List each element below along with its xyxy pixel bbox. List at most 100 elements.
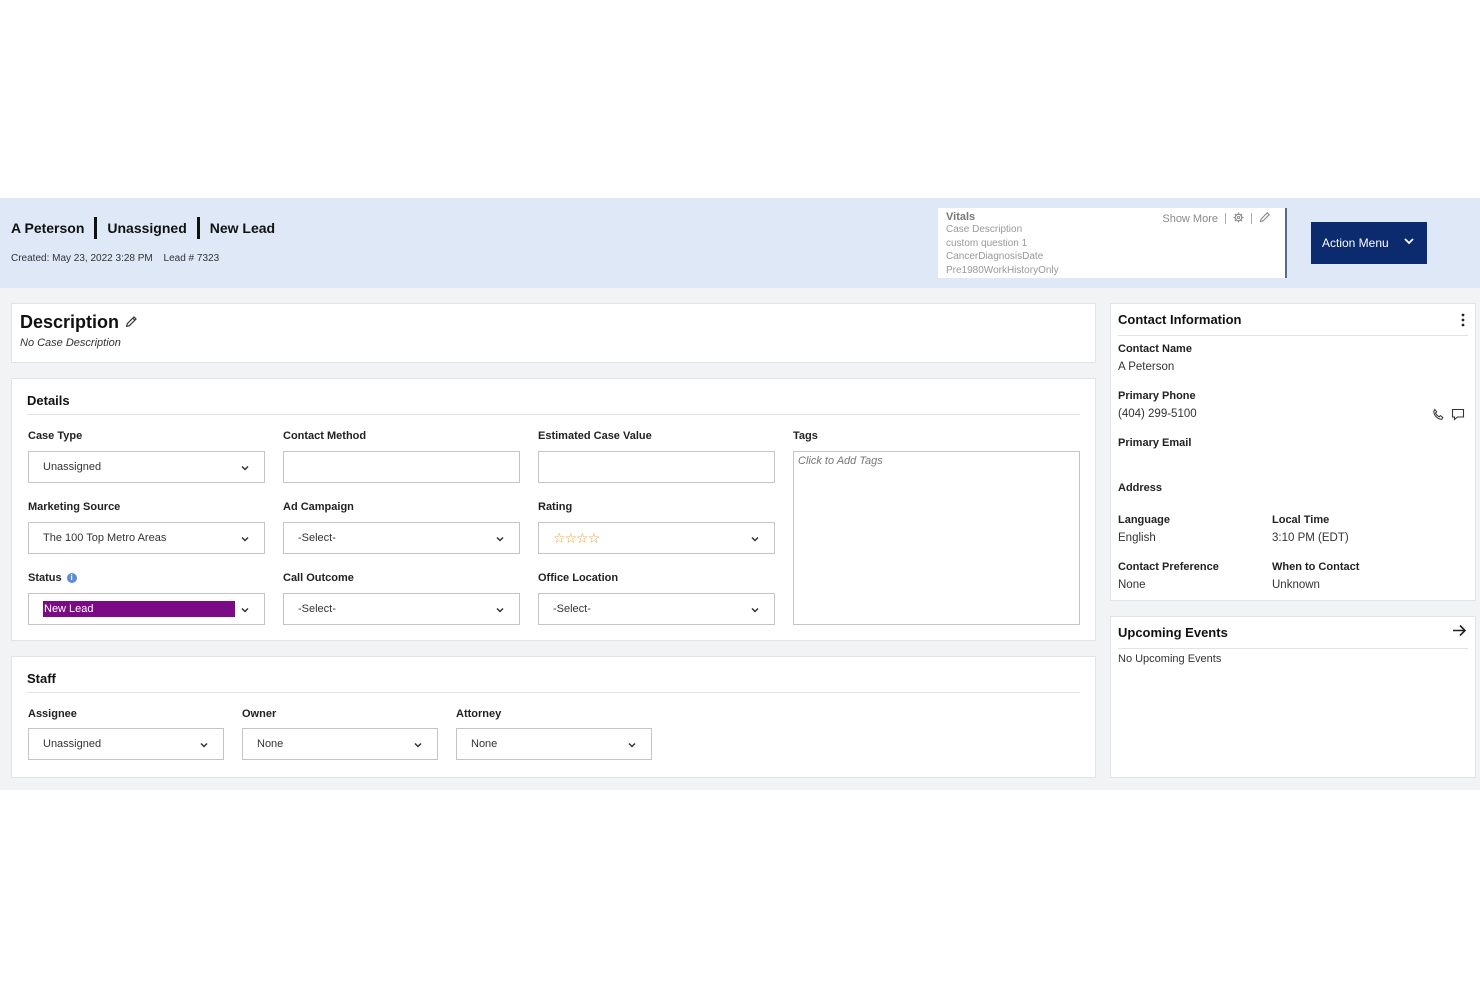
rating-select[interactable]: ☆☆☆☆ <box>538 522 775 554</box>
attorney-label: Attorney <box>456 708 502 720</box>
ad-campaign-value: -Select- <box>298 532 336 544</box>
rating-label: Rating <box>538 501 573 513</box>
tags-label: Tags <box>793 430 818 442</box>
vitals-toolbar: Show More <box>1162 211 1271 226</box>
chevron-down-icon <box>495 605 505 618</box>
contact-method-input[interactable] <box>283 451 520 483</box>
office-location-value: -Select- <box>553 603 591 615</box>
attorney-value: None <box>471 738 498 750</box>
kebab-icon[interactable] <box>1461 313 1465 329</box>
vitals-panel: Vitals Show More Case Description custom… <box>938 208 1287 278</box>
divider <box>27 414 1080 415</box>
call-outcome-value: -Select- <box>298 603 336 615</box>
crumb-divider <box>196 217 200 239</box>
lead-number: Lead # 7323 <box>163 253 220 264</box>
vitals-item: Pre1980WorkHistoryOnly <box>946 264 1059 276</box>
vitals-item: CancerDiagnosisDate <box>946 251 1044 262</box>
estimated-case-value-label: Estimated Case Value <box>538 430 652 442</box>
upcoming-events-card: Upcoming Events No Upcoming Events <box>1110 616 1476 778</box>
details-card: Details Case Type Unassigned Contact Met… <box>11 378 1096 641</box>
tags-input[interactable]: Click to Add Tags <box>793 451 1080 625</box>
tags-placeholder: Click to Add Tags <box>798 455 883 467</box>
pencil-icon[interactable] <box>1259 211 1271 226</box>
assignee-label: Assignee <box>28 708 77 720</box>
assignee-select[interactable]: Unassigned <box>28 728 224 760</box>
chevron-down-icon <box>627 740 637 753</box>
estimated-case-value-input[interactable] <box>538 451 775 483</box>
description-text: No Case Description <box>20 337 121 349</box>
office-location-label: Office Location <box>538 572 619 584</box>
case-type-select[interactable]: Unassigned <box>28 451 265 483</box>
details-title: Details <box>27 393 70 408</box>
staff-card: Staff Assignee Unassigned Owner None Att… <box>11 656 1096 778</box>
star-icon[interactable]: ☆☆☆☆ <box>553 530 600 547</box>
description-title: Description <box>20 312 120 332</box>
chevron-down-icon <box>413 740 423 753</box>
no-upcoming-events: No Upcoming Events <box>1118 653 1222 665</box>
message-icon[interactable] <box>1451 408 1465 426</box>
marketing-source-label: Marketing Source <box>28 501 121 513</box>
case-type-label: Case Type <box>28 430 83 442</box>
chevron-down-icon <box>750 534 760 547</box>
call-outcome-label: Call Outcome <box>283 572 354 584</box>
owner-value: None <box>257 738 284 750</box>
divider <box>1118 335 1468 336</box>
crumb-divider <box>94 217 98 239</box>
action-menu-label: Action Menu <box>1322 236 1389 250</box>
office-location-select[interactable]: -Select- <box>538 593 775 625</box>
primary-phone-label: Primary Phone <box>1118 390 1196 402</box>
lead-meta: Created: May 23, 2022 3:28 PM Lead # 732… <box>11 253 219 264</box>
chevron-down-icon <box>750 605 760 618</box>
contact-preference-value: None <box>1118 579 1146 591</box>
address-label: Address <box>1118 482 1163 494</box>
primary-phone-value[interactable]: (404) 299-5100 <box>1118 408 1197 420</box>
status-label: Status <box>28 572 62 584</box>
contact-information-title: Contact Information <box>1118 312 1242 327</box>
lead-page: A Peterson Unassigned New Lead Created: … <box>0 198 1480 790</box>
info-icon[interactable]: i <box>66 573 77 583</box>
phone-actions <box>1432 408 1465 426</box>
assignee-value: Unassigned <box>43 738 102 750</box>
breadcrumb: A Peterson Unassigned New Lead <box>11 217 275 239</box>
marketing-source-value: The 100 Top Metro Areas <box>43 532 167 544</box>
local-time-value: 3:10 PM (EDT) <box>1272 532 1349 544</box>
chevron-down-icon <box>199 740 209 753</box>
crumb-contact[interactable]: A Peterson <box>11 220 84 236</box>
when-to-contact-label: When to Contact <box>1272 561 1360 573</box>
chevron-down-icon <box>1403 235 1415 250</box>
lead-header: A Peterson Unassigned New Lead Created: … <box>0 198 1480 288</box>
marketing-source-select[interactable]: The 100 Top Metro Areas <box>28 522 265 554</box>
contact-preference-label: Contact Preference <box>1118 561 1219 573</box>
owner-select[interactable]: None <box>242 728 438 760</box>
action-menu-button[interactable]: Action Menu <box>1311 222 1427 264</box>
created-date: Created: May 23, 2022 3:28 PM <box>11 253 153 264</box>
vitals-item: custom question 1 <box>946 237 1028 249</box>
show-more-link[interactable]: Show More <box>1162 213 1218 225</box>
gear-icon[interactable] <box>1233 211 1244 226</box>
pencil-icon[interactable] <box>125 312 138 333</box>
crumb-assignee: Unassigned <box>107 220 187 236</box>
status-badge: New Lead <box>43 601 235 617</box>
crumb-status: New Lead <box>209 220 276 236</box>
arrow-right-icon[interactable] <box>1452 624 1467 642</box>
contact-information-card: Contact Information Contact Name A Peter… <box>1110 303 1476 601</box>
staff-title: Staff <box>27 671 56 686</box>
divider <box>1118 648 1468 649</box>
local-time-label: Local Time <box>1272 514 1330 526</box>
upcoming-events-title: Upcoming Events <box>1118 625 1228 640</box>
primary-email-label: Primary Email <box>1118 437 1192 449</box>
call-outcome-select[interactable]: -Select- <box>283 593 520 625</box>
case-type-value: Unassigned <box>43 461 102 473</box>
attorney-select[interactable]: None <box>456 728 652 760</box>
status-label-group: Status i <box>28 572 77 584</box>
phone-icon[interactable] <box>1432 408 1445 426</box>
contact-name-value: A Peterson <box>1118 361 1175 373</box>
chevron-down-icon <box>240 463 250 476</box>
contact-method-label: Contact Method <box>283 430 367 442</box>
status-select[interactable]: New Lead <box>28 593 265 625</box>
chevron-down-icon <box>240 605 250 618</box>
ad-campaign-select[interactable]: -Select- <box>283 522 520 554</box>
language-value: English <box>1118 532 1156 544</box>
owner-label: Owner <box>242 708 277 720</box>
divider <box>1251 213 1252 224</box>
